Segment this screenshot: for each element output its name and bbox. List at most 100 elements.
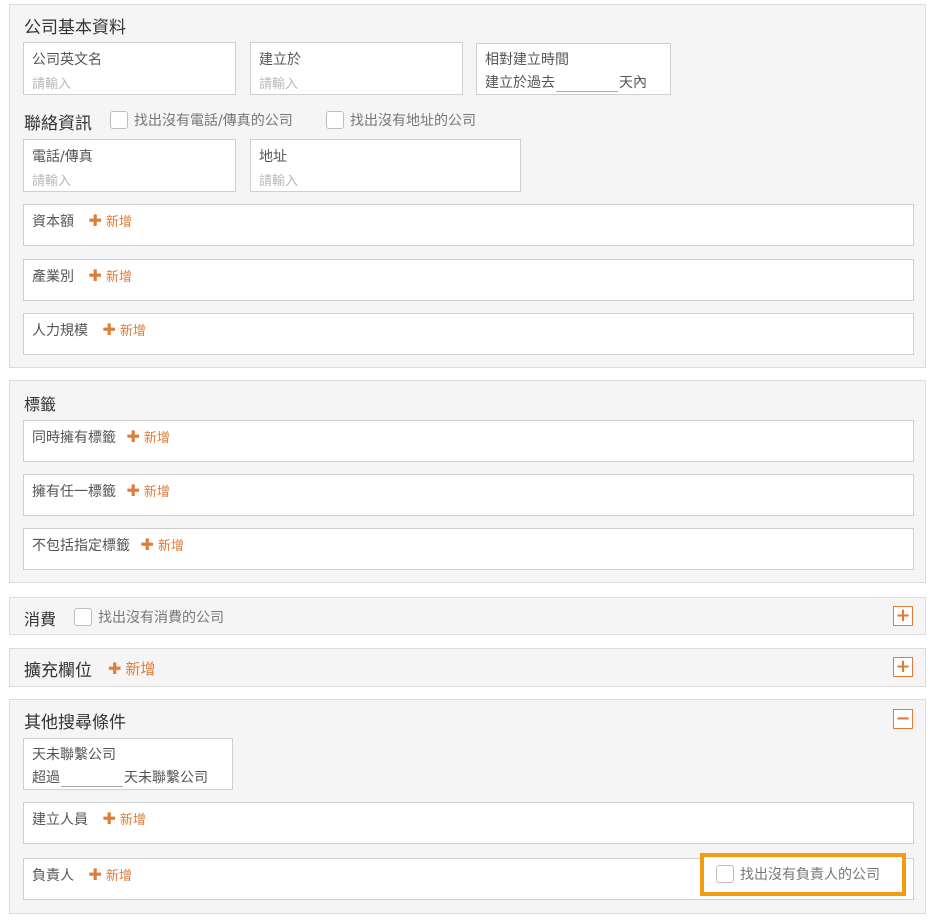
plus-icon: ✚ — [88, 865, 102, 884]
tags-panel: 標籤 同時擁有標籤 ✚ 新增 擁有任一標籤 ✚ 新增 不包括指定標籤 ✚ 新增 — [9, 380, 926, 583]
uncontacted-suffix: 天未聯繫公司 — [124, 770, 208, 786]
extended-fields-title: 擴充欄位 — [24, 661, 92, 681]
headcount-label: 人力規模 — [32, 323, 88, 339]
relative-founded-label: 相對建立時間 — [485, 52, 569, 68]
extended-expand-icon[interactable]: + — [893, 657, 913, 677]
tags-exclude-add-button[interactable]: ✚ 新增 — [140, 535, 184, 554]
plus-icon: ✚ — [102, 320, 116, 339]
uncontacted-row: 超過 天未聯繫公司 — [32, 767, 208, 787]
relative-founded-suffix: 天內 — [619, 75, 647, 91]
english-name-input[interactable]: 請輸入 — [32, 73, 71, 92]
extended-add-label: 新增 — [125, 660, 156, 678]
plus-icon: ✚ — [88, 211, 102, 230]
owner-add-label: 新增 — [105, 869, 132, 884]
no-consumption-checkbox[interactable] — [74, 608, 92, 626]
tags-any-add-button[interactable]: ✚ 新增 — [126, 481, 170, 500]
founded-input[interactable]: 請輸入 — [259, 73, 298, 92]
english-name-label: 公司英文名 — [32, 52, 102, 68]
industry-field: 產業別 ✚ 新增 — [23, 259, 914, 301]
no-owner-checkbox[interactable] — [716, 865, 734, 883]
english-name-field[interactable]: 公司英文名 請輸入 — [23, 42, 236, 95]
no-consumption-option[interactable]: 找出沒有消費的公司 — [74, 607, 224, 627]
plus-icon: ✚ — [126, 481, 140, 500]
tags-all-label: 同時擁有標籤 — [32, 430, 116, 446]
other-collapse-icon[interactable]: − — [893, 709, 913, 729]
creator-field: 建立人員 ✚ 新增 — [23, 802, 914, 844]
extended-fields-panel: 擴充欄位 ✚ 新增 + — [9, 648, 926, 687]
plus-icon: ✚ — [126, 427, 140, 446]
consumption-title: 消費 — [24, 610, 57, 629]
capital-add-button[interactable]: ✚ 新增 — [88, 211, 132, 230]
no-phone-option[interactable]: 找出沒有電話/傳真的公司 — [110, 110, 293, 130]
tags-any-row: 擁有任一標籤 ✚ 新增 — [32, 481, 170, 501]
extended-add-button[interactable]: ✚ 新增 — [108, 658, 155, 679]
phone-label: 電話/傳真 — [32, 149, 93, 165]
tags-exclude-row: 不包括指定標籤 ✚ 新增 — [32, 535, 184, 555]
relative-founded-field: 相對建立時間 建立於過去 天內 — [476, 43, 671, 95]
tags-title: 標籤 — [24, 395, 57, 414]
tags-all-add-button[interactable]: ✚ 新增 — [126, 427, 170, 446]
other-conditions-title: 其他搜尋條件 — [24, 713, 126, 733]
founded-field[interactable]: 建立於 請輸入 — [250, 42, 463, 95]
creator-add-label: 新增 — [119, 813, 146, 828]
plus-icon: ✚ — [88, 266, 102, 285]
tags-all-row: 同時擁有標籤 ✚ 新增 — [32, 427, 170, 447]
founded-label: 建立於 — [259, 52, 301, 68]
owner-row: 負責人 ✚ 新增 — [32, 865, 132, 885]
relative-founded-prefix: 建立於過去 — [485, 75, 555, 91]
capital-field: 資本額 ✚ 新增 — [23, 204, 914, 246]
tags-any-add-label: 新增 — [143, 485, 170, 500]
phone-input[interactable]: 請輸入 — [32, 170, 71, 189]
headcount-field: 人力規模 ✚ 新增 — [23, 313, 914, 355]
plus-icon: ✚ — [140, 535, 154, 554]
no-address-checkbox[interactable] — [326, 111, 344, 129]
capital-add-label: 新增 — [105, 215, 132, 230]
owner-label: 負責人 — [32, 868, 74, 884]
capital-label: 資本額 — [32, 214, 74, 230]
industry-row: 產業別 ✚ 新增 — [32, 266, 132, 286]
tags-exclude-field: 不包括指定標籤 ✚ 新增 — [23, 528, 914, 570]
owner-add-button[interactable]: ✚ 新增 — [88, 865, 132, 884]
plus-icon: ✚ — [102, 809, 116, 828]
headcount-row: 人力規模 ✚ 新增 — [32, 320, 146, 340]
no-address-label: 找出沒有地址的公司 — [350, 113, 476, 129]
no-phone-checkbox[interactable] — [110, 111, 128, 129]
contact-info-title: 聯絡資訊 — [24, 114, 92, 134]
tags-exclude-label: 不包括指定標籤 — [32, 538, 130, 554]
tags-all-add-label: 新增 — [143, 431, 170, 446]
uncontacted-field: 天未聯繫公司 超過 天未聯繫公司 — [23, 738, 233, 790]
headcount-add-button[interactable]: ✚ 新增 — [102, 320, 146, 339]
no-consumption-label: 找出沒有消費的公司 — [98, 610, 224, 626]
tags-any-field: 擁有任一標籤 ✚ 新增 — [23, 474, 914, 516]
basic-info-panel: 公司基本資料 公司英文名 請輸入 建立於 請輸入 相對建立時間 建立於過去 天內 … — [9, 4, 926, 368]
relative-days-input[interactable] — [556, 77, 618, 92]
uncontacted-label: 天未聯繫公司 — [32, 747, 116, 763]
no-address-option[interactable]: 找出沒有地址的公司 — [326, 110, 476, 130]
uncontacted-prefix: 超過 — [32, 770, 60, 786]
address-label: 地址 — [259, 149, 287, 165]
basic-info-title: 公司基本資料 — [24, 18, 126, 38]
creator-add-button[interactable]: ✚ 新增 — [102, 809, 146, 828]
headcount-add-label: 新增 — [119, 324, 146, 339]
address-input[interactable]: 請輸入 — [259, 170, 298, 189]
no-owner-option[interactable]: 找出沒有負責人的公司 — [716, 864, 880, 884]
industry-label: 產業別 — [32, 269, 74, 285]
capital-row: 資本額 ✚ 新增 — [32, 211, 132, 231]
consumption-panel: 消費 找出沒有消費的公司 + — [9, 597, 926, 635]
plus-icon: ✚ — [108, 659, 122, 678]
industry-add-button[interactable]: ✚ 新增 — [88, 266, 132, 285]
creator-label: 建立人員 — [32, 812, 88, 828]
no-owner-highlight: 找出沒有負責人的公司 — [700, 853, 906, 896]
phone-field[interactable]: 電話/傳真 請輸入 — [23, 139, 236, 192]
uncontacted-days-input[interactable] — [61, 772, 123, 787]
tags-any-label: 擁有任一標籤 — [32, 484, 116, 500]
tags-exclude-add-label: 新增 — [157, 539, 184, 554]
no-owner-label: 找出沒有負責人的公司 — [740, 867, 880, 883]
relative-founded-row: 建立於過去 天內 — [485, 72, 647, 92]
creator-row: 建立人員 ✚ 新增 — [32, 809, 146, 829]
industry-add-label: 新增 — [105, 270, 132, 285]
tags-all-field: 同時擁有標籤 ✚ 新增 — [23, 420, 914, 462]
no-phone-label: 找出沒有電話/傳真的公司 — [134, 113, 293, 129]
consumption-expand-icon[interactable]: + — [893, 606, 913, 626]
address-field[interactable]: 地址 請輸入 — [250, 139, 521, 192]
